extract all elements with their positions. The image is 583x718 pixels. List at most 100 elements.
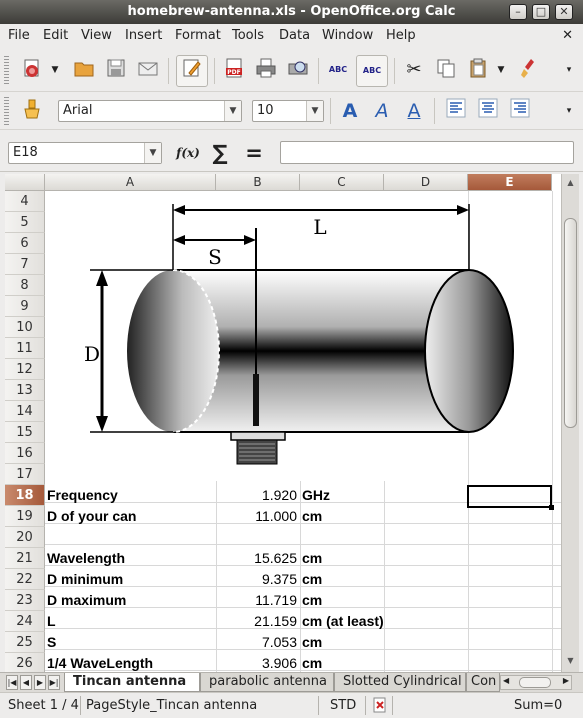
cell-label[interactable]: 1/4 WaveLength: [47, 653, 153, 672]
cell-label[interactable]: L: [47, 611, 56, 632]
name-box[interactable]: E18 ▼: [8, 142, 162, 164]
row-header[interactable]: 23: [5, 590, 45, 611]
cell-label[interactable]: Wavelength: [47, 548, 125, 569]
cell-value[interactable]: 11.719: [217, 590, 297, 611]
scroll-left-icon[interactable]: ◀: [503, 676, 509, 685]
menu-file[interactable]: File: [8, 28, 30, 43]
italic-icon[interactable]: A: [368, 97, 396, 125]
open-folder-icon[interactable]: [70, 56, 98, 84]
row-header[interactable]: 6: [5, 233, 45, 254]
row-header[interactable]: 4: [5, 191, 45, 212]
column-header-b[interactable]: B: [216, 174, 300, 191]
cell-label[interactable]: Frequency: [47, 485, 118, 506]
cell-unit[interactable]: cm (at least): [302, 611, 384, 632]
toolbar-grip[interactable]: [4, 56, 9, 84]
maximize-button[interactable]: □: [532, 4, 550, 20]
cell-value[interactable]: 1.920: [217, 485, 297, 506]
spellcheck-icon[interactable]: ABC: [324, 56, 352, 84]
status-page-style[interactable]: PageStyle_Tincan antenna: [86, 698, 257, 713]
scroll-right-icon[interactable]: ▶: [563, 676, 569, 685]
formula-input[interactable]: [280, 141, 574, 164]
copy-icon[interactable]: [432, 56, 460, 84]
row-header[interactable]: 10: [5, 317, 45, 338]
column-header-c[interactable]: C: [300, 174, 384, 191]
row-header[interactable]: 11: [5, 338, 45, 359]
row-header[interactable]: 13: [5, 380, 45, 401]
row-header[interactable]: 25: [5, 632, 45, 653]
cell-label[interactable]: S: [47, 632, 56, 653]
menu-edit[interactable]: Edit: [43, 28, 68, 43]
sheet-tab-tincan[interactable]: Tincan antenna: [64, 673, 200, 692]
row-header[interactable]: 24: [5, 611, 45, 632]
font-size-combo[interactable]: 10 ▼: [252, 100, 324, 122]
menu-view[interactable]: View: [81, 28, 112, 43]
row-header[interactable]: 19: [5, 506, 45, 527]
chevron-down-icon[interactable]: ▼: [224, 101, 241, 121]
align-center-icon[interactable]: [474, 97, 502, 125]
first-sheet-icon[interactable]: |◀: [6, 675, 18, 690]
sheet-tab-slotted[interactable]: Slotted Cylindrical: [334, 673, 466, 692]
menu-format[interactable]: Format: [175, 28, 221, 43]
toolbar-overflow-icon[interactable]: ▾: [562, 56, 576, 84]
toolbar-grip[interactable]: [4, 97, 9, 125]
autospellcheck-icon[interactable]: ABC: [356, 55, 388, 87]
last-sheet-icon[interactable]: ▶|: [48, 675, 60, 690]
chevron-down-icon[interactable]: ▼: [306, 101, 323, 121]
edit-file-icon[interactable]: [176, 55, 208, 87]
next-sheet-icon[interactable]: ▶: [34, 675, 46, 690]
cell-value[interactable]: 11.000: [217, 506, 297, 527]
sheet-tab-parabolic[interactable]: parabolic antenna: [200, 673, 334, 692]
active-cell-cursor[interactable]: [467, 485, 554, 510]
row-header[interactable]: 22: [5, 569, 45, 590]
menu-tools[interactable]: Tools: [232, 28, 264, 43]
column-header-e[interactable]: E: [468, 174, 552, 191]
column-header-d[interactable]: D: [384, 174, 468, 191]
page-preview-icon[interactable]: [284, 56, 312, 84]
cut-icon[interactable]: ✂: [400, 56, 428, 84]
status-mode[interactable]: STD: [330, 698, 356, 713]
cell-unit[interactable]: cm: [302, 569, 322, 590]
horizontal-scrollbar[interactable]: ◀ ▶: [500, 675, 572, 690]
cell-label[interactable]: D maximum: [47, 590, 126, 611]
toolbar-overflow-icon[interactable]: ▾: [562, 97, 576, 125]
paste-icon[interactable]: [464, 56, 492, 84]
menu-help[interactable]: Help: [386, 28, 416, 43]
new-document-icon[interactable]: [18, 56, 46, 84]
select-all-corner[interactable]: [5, 174, 45, 191]
save-icon[interactable]: [102, 56, 130, 84]
menu-data[interactable]: Data: [279, 28, 310, 43]
sheet-tab-partial[interactable]: Con: [466, 673, 500, 692]
document-modified-icon[interactable]: [372, 696, 388, 718]
close-window-button[interactable]: ✕: [555, 4, 573, 20]
cell-unit[interactable]: GHz: [302, 485, 330, 506]
cell-unit[interactable]: cm: [302, 653, 322, 672]
cell-value[interactable]: 7.053: [217, 632, 297, 653]
cell-value[interactable]: 21.159: [217, 611, 297, 632]
cell-unit[interactable]: cm: [302, 506, 322, 527]
prev-sheet-icon[interactable]: ◀: [20, 675, 32, 690]
row-header[interactable]: 20: [5, 527, 45, 548]
row-header[interactable]: 21: [5, 548, 45, 569]
scroll-up-icon[interactable]: ▲: [564, 176, 577, 190]
spreadsheet-grid[interactable]: A B C D E 4 5 6 7 8 9 10 11 12 13 14 15 …: [5, 174, 561, 672]
close-document-icon[interactable]: ✕: [562, 28, 573, 43]
cell-label[interactable]: D of your can: [47, 506, 136, 527]
row-header[interactable]: 16: [5, 443, 45, 464]
cell-value[interactable]: 9.375: [217, 569, 297, 590]
cell-unit[interactable]: cm: [302, 590, 322, 611]
row-header[interactable]: 8: [5, 275, 45, 296]
menu-insert[interactable]: Insert: [125, 28, 162, 43]
paste-dropdown-arrow-icon[interactable]: ▼: [494, 56, 508, 84]
bold-icon[interactable]: A: [336, 97, 364, 125]
row-header[interactable]: 14: [5, 401, 45, 422]
cell-unit[interactable]: cm: [302, 632, 322, 653]
email-icon[interactable]: [134, 56, 162, 84]
align-right-icon[interactable]: [506, 97, 534, 125]
styles-formatting-icon[interactable]: [18, 97, 46, 125]
tincan-antenna-diagram[interactable]: L S D: [75, 194, 525, 476]
cell-label[interactable]: D minimum: [47, 569, 123, 590]
clone-formatting-icon[interactable]: [516, 56, 544, 84]
vertical-scrollbar[interactable]: ▲ ▼: [561, 174, 579, 672]
font-name-combo[interactable]: Arial ▼: [58, 100, 242, 122]
minimize-button[interactable]: –: [509, 4, 527, 20]
